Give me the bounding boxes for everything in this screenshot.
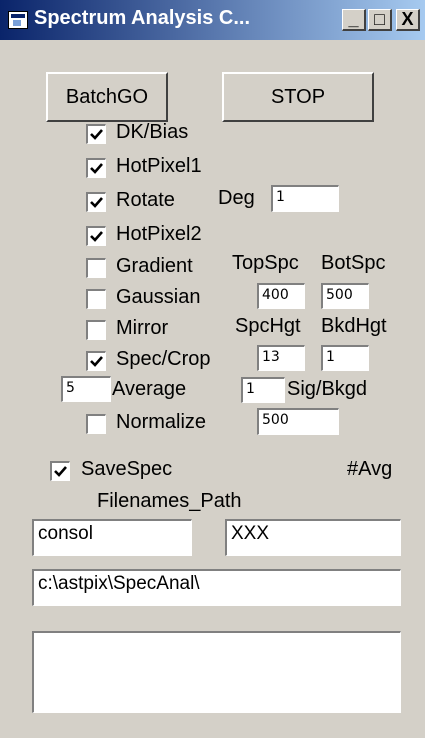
topspc-label: TopSpc [232, 252, 299, 274]
dk-bias-checkbox[interactable] [86, 124, 106, 144]
savespec-label: SaveSpec [81, 458, 173, 480]
avg-count-label: #Avg [347, 458, 393, 480]
checkmark-icon [54, 466, 67, 477]
deg-label: Deg [218, 187, 255, 209]
checkmark-icon [90, 231, 103, 242]
bkdhgt-field[interactable]: 1 [321, 345, 369, 371]
average-field[interactable]: 5 [61, 376, 111, 402]
hotpixel2-label: HotPixel2 [116, 223, 202, 245]
normalize-label: Normalize [116, 411, 207, 433]
window-title: Spectrum Analysis C... [34, 7, 250, 29]
stop-button[interactable]: STOP [222, 72, 374, 122]
spchgt-field[interactable]: 13 [257, 345, 305, 371]
filename-field-1[interactable]: consol [32, 519, 192, 556]
maximize-button[interactable]: □ [368, 9, 392, 31]
average-label: Average [112, 378, 187, 400]
gaussian-label: Gaussian [116, 286, 201, 308]
close-button[interactable]: X [396, 9, 420, 31]
sigbkgd-label: Sig/Bkgd [287, 378, 368, 400]
batchgo-button[interactable]: BatchGO [46, 72, 168, 122]
filenames-path-label: Filenames_Path [97, 490, 242, 512]
deg-field[interactable]: 1 [271, 185, 339, 212]
gaussian-checkbox[interactable] [86, 289, 106, 309]
botspc-label: BotSpc [321, 252, 386, 274]
botspc-field[interactable]: 500 [321, 283, 369, 309]
rotate-label: Rotate [116, 189, 175, 211]
normalize-checkbox[interactable] [86, 414, 106, 434]
title-bar[interactable]: Spectrum Analysis C... _ □ X [0, 0, 425, 40]
checkmark-icon [90, 163, 103, 174]
path-field[interactable]: c:\astpix\SpecAnal\ [32, 569, 401, 606]
minimize-button[interactable]: _ [342, 9, 366, 31]
spec-crop-label: Spec/Crop [116, 348, 211, 370]
mirror-label: Mirror [116, 317, 169, 339]
checkmark-icon [90, 356, 103, 367]
hotpixel1-label: HotPixel1 [116, 155, 202, 177]
mirror-checkbox[interactable] [86, 320, 106, 340]
spchgt-label: SpcHgt [235, 315, 301, 337]
hotpixel1-checkbox[interactable] [86, 158, 106, 178]
gradient-label: Gradient [116, 255, 193, 277]
dk-bias-label: DK/Bias [116, 121, 189, 143]
normalize-field[interactable]: 500 [257, 408, 339, 435]
app-icon[interactable] [8, 11, 28, 29]
savespec-checkbox[interactable] [50, 461, 70, 481]
filename-field-2[interactable]: XXX [225, 519, 401, 556]
topspc-field[interactable]: 400 [257, 283, 305, 309]
rotate-checkbox[interactable] [86, 192, 106, 212]
sigbkgd-field[interactable]: 1 [241, 377, 285, 403]
spec-crop-checkbox[interactable] [86, 351, 106, 371]
checkmark-icon [90, 197, 103, 208]
hotpixel2-checkbox[interactable] [86, 226, 106, 246]
checkmark-icon [90, 129, 103, 140]
output-box[interactable] [32, 631, 401, 713]
bkdhgt-label: BkdHgt [321, 315, 387, 337]
gradient-checkbox[interactable] [86, 258, 106, 278]
